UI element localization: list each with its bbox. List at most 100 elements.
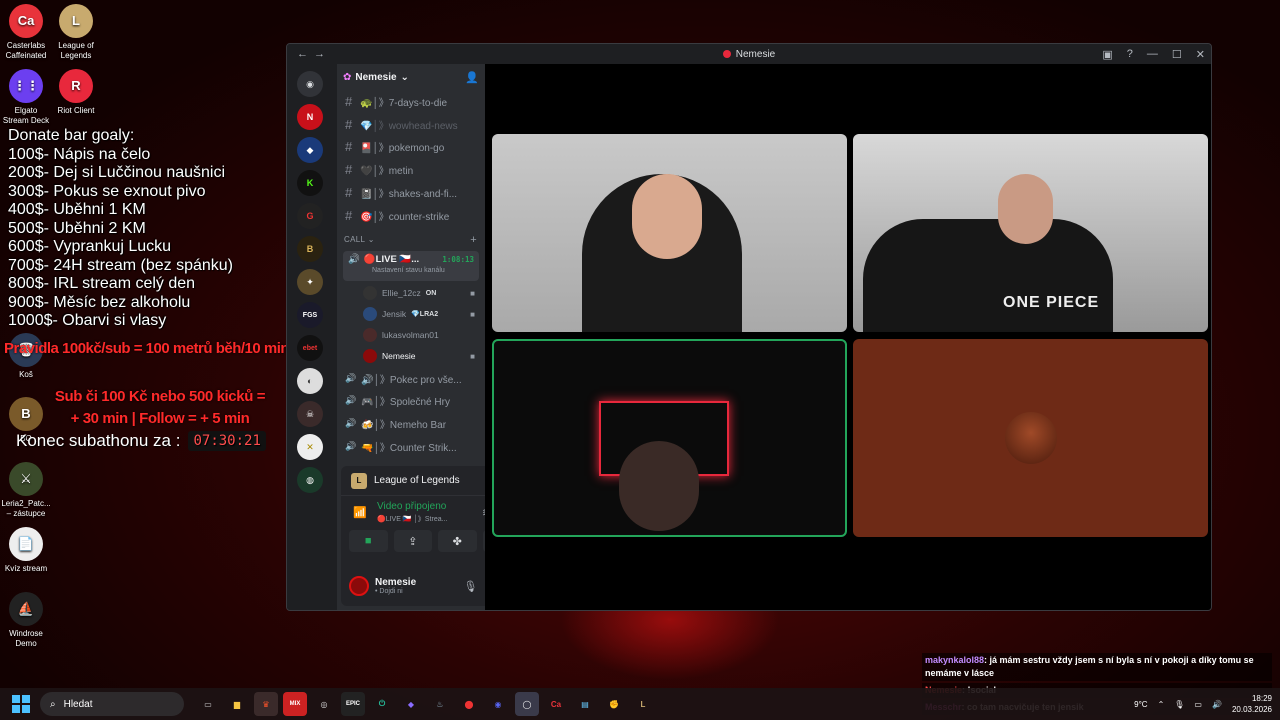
diamond-app-icon[interactable]: ◆ (399, 692, 423, 716)
close-button[interactable]: ✕ (1196, 48, 1205, 61)
voice-channel[interactable]: 🔊 🔊│》Pokec pro vše... (337, 367, 485, 390)
video-tile-jensik[interactable]: ONE PIECE (853, 134, 1208, 332)
signal-icon[interactable]: 📶 (353, 506, 367, 519)
clock[interactable]: 18:29 20.03.2026 (1232, 693, 1272, 715)
voice-channel[interactable]: 🔊 🍻│》Nemeho Bar (337, 412, 485, 435)
maximize-button[interactable]: ☐ (1172, 48, 1182, 61)
voice-channel-live[interactable]: 🔊 🔴LIVE 🇨🇿... 1:08:13 Nastavení stavu ka… (343, 250, 479, 281)
task-view-icon[interactable]: ▭ (196, 692, 220, 716)
server-icon-nemesie[interactable]: N (297, 104, 323, 130)
tray-volume-icon[interactable]: 🔊 (1212, 700, 1222, 709)
text-channel[interactable]: # 📓│》shakes-and-fi... (337, 181, 485, 204)
brave-icon[interactable]: ♛ (254, 692, 278, 716)
member-name: Ellie_12cz (382, 288, 421, 299)
hash-icon: # (345, 185, 353, 201)
tray-network-icon[interactable]: ▭ (1194, 700, 1202, 709)
search-icon: ⌕ (50, 698, 56, 710)
server-icon-dark[interactable]: ☠ (297, 401, 323, 427)
server-list: ◉ N ◆ K G B ✦ FGS ebet ◐ ☠ ✕ ◍ (287, 64, 333, 610)
desktop-icon[interactable]: L League of Legends (51, 4, 101, 61)
desktop-icon-glyph: 📄 (9, 527, 43, 561)
voice-member[interactable]: lukasvolman01 (337, 325, 485, 346)
server-icon-kick[interactable]: K (297, 170, 323, 196)
inbox-icon[interactable]: ▣ (1102, 48, 1112, 61)
server-icon-gold[interactable]: B (297, 236, 323, 262)
hash-icon: # (345, 139, 353, 155)
voice-channel[interactable]: 🔊 🎮│》Společné Hry (337, 390, 485, 413)
member-tag: 💎LRA2 (411, 311, 439, 319)
voice-member[interactable]: Ellie_12cz ON ■ (337, 283, 485, 304)
voice-channel[interactable]: 🔊 🔫│》Counter Strik... (337, 435, 485, 458)
server-icon-green[interactable]: ◍ (297, 467, 323, 493)
channel-name: 🍻│》Nemeho Bar (361, 420, 447, 432)
video-tile-avatar[interactable] (853, 339, 1208, 537)
desktop-icon[interactable]: Ca Casterlabs Caffeinated (1, 4, 51, 61)
riot-icon[interactable]: ✊ (602, 692, 626, 716)
video-tile-ellie[interactable] (492, 134, 847, 332)
power-app-icon[interactable]: ⏻ (370, 692, 394, 716)
microphone-icon[interactable]: 🎙 (463, 580, 477, 593)
text-channel[interactable]: # 🎴│》pokemon-go (337, 136, 485, 159)
discord-icon[interactable]: ◉ (486, 692, 510, 716)
server-icon-blue[interactable]: ◆ (297, 137, 323, 163)
participant-avatar (1004, 412, 1057, 464)
desktop-icon-glyph: B (9, 397, 43, 431)
add-member-icon[interactable]: 👤 (465, 71, 479, 84)
channel-name: 📓│》shakes-and-fi... (360, 189, 458, 201)
text-channel[interactable]: # 🐢│》7-days-to-die (337, 90, 485, 113)
activities-button[interactable]: ✤ (438, 530, 477, 552)
server-icon-yellow[interactable]: ✕ (297, 434, 323, 460)
discord-home-icon[interactable]: ◉ (297, 71, 323, 97)
server-icon-red[interactable]: G (297, 203, 323, 229)
epic-games-icon[interactable]: EPIC (341, 692, 365, 716)
user-avatar[interactable] (349, 576, 369, 596)
desktop-icon[interactable]: 📄 Kvíz stream (1, 527, 51, 574)
desktop-icon-label: Windrose Demo (9, 629, 43, 648)
nav-arrows[interactable]: ←→ (297, 48, 331, 60)
server-icon-brown[interactable]: ✦ (297, 269, 323, 295)
obs-icon[interactable]: ◎ (312, 692, 336, 716)
caffeinated-icon[interactable]: Ca (544, 692, 568, 716)
add-channel-icon[interactable]: + (470, 234, 477, 246)
server-icon-ebet[interactable]: ebet (297, 335, 323, 361)
tray-mic-icon[interactable]: 🎙 (1174, 700, 1184, 709)
member-name: Nemesie (382, 351, 416, 362)
text-channel[interactable]: # 🖤│》metin (337, 158, 485, 181)
league-taskbar-icon[interactable]: L (631, 692, 655, 716)
weather-text[interactable]: 9°C (1134, 700, 1147, 709)
minimize-button[interactable]: — (1147, 48, 1158, 61)
steam-icon[interactable]: ♨ (428, 692, 452, 716)
text-channel[interactable]: # 💎│》wowhead-news (337, 113, 485, 136)
server-icon-fgs[interactable]: FGS (297, 302, 323, 328)
windows-start-icon[interactable] (12, 695, 30, 713)
video-face (632, 174, 702, 259)
taskbar: ⌕ Hledat ▭ ▆ ♛ MIX ◎ EPIC ⏻ ◆ ♨ ⬤ ◉ ◯ Ca… (0, 688, 1280, 720)
mixer-app-icon[interactable]: MIX (283, 692, 307, 716)
maps-pin-icon[interactable]: ⬤ (457, 692, 481, 716)
channel-status[interactable]: Nastavení stavu kanálu (348, 267, 474, 274)
tray-chevron-icon[interactable]: ⌃ (1158, 700, 1165, 709)
category-call[interactable]: CALL ⌄ + (337, 231, 485, 249)
taskbar-search[interactable]: ⌕ Hledat (40, 692, 184, 716)
desktop-icon[interactable]: ⛵ Windrose Demo (1, 592, 51, 649)
desktop-icon[interactable]: ⚔ Leria2_Patc... – zástupce (1, 462, 51, 519)
server-icon-white[interactable]: ◐ (297, 368, 323, 394)
file-explorer-icon[interactable]: ▆ (225, 692, 249, 716)
desktop-icon[interactable]: ⋮⋮ Elgato Stream Deck (1, 69, 51, 126)
desktop-icon-glyph: ⚔ (9, 462, 43, 496)
donate-line: 700$- 24H stream (bez spánku) (8, 256, 233, 274)
screenshare-button[interactable]: ⇪ (393, 530, 432, 552)
window-controls: ▣ ? — ☐ ✕ (1102, 48, 1205, 61)
help-icon[interactable]: ? (1127, 48, 1133, 61)
app-circle-icon[interactable]: ◯ (515, 692, 539, 716)
camera-button[interactable]: ■ (349, 530, 388, 552)
desktop-icon[interactable]: R Riot Client (51, 69, 101, 116)
voice-member[interactable]: Jensik 💎LRA2 ■ (337, 304, 485, 325)
user-name: Nemesie (375, 577, 417, 588)
video-tile-speaking[interactable] (492, 339, 847, 537)
voice-member[interactable]: Nemesie ■ (337, 346, 485, 367)
server-header[interactable]: ✿ Nemesie ⌄ 👤 (337, 64, 485, 90)
text-channel[interactable]: # 🎯│》counter-strike (337, 204, 485, 227)
notepad-icon[interactable]: ▤ (573, 692, 597, 716)
channel-list: ✿ Nemesie ⌄ 👤 # 🐢│》7-days-to-die # 💎│》wowhe… (337, 64, 529, 610)
